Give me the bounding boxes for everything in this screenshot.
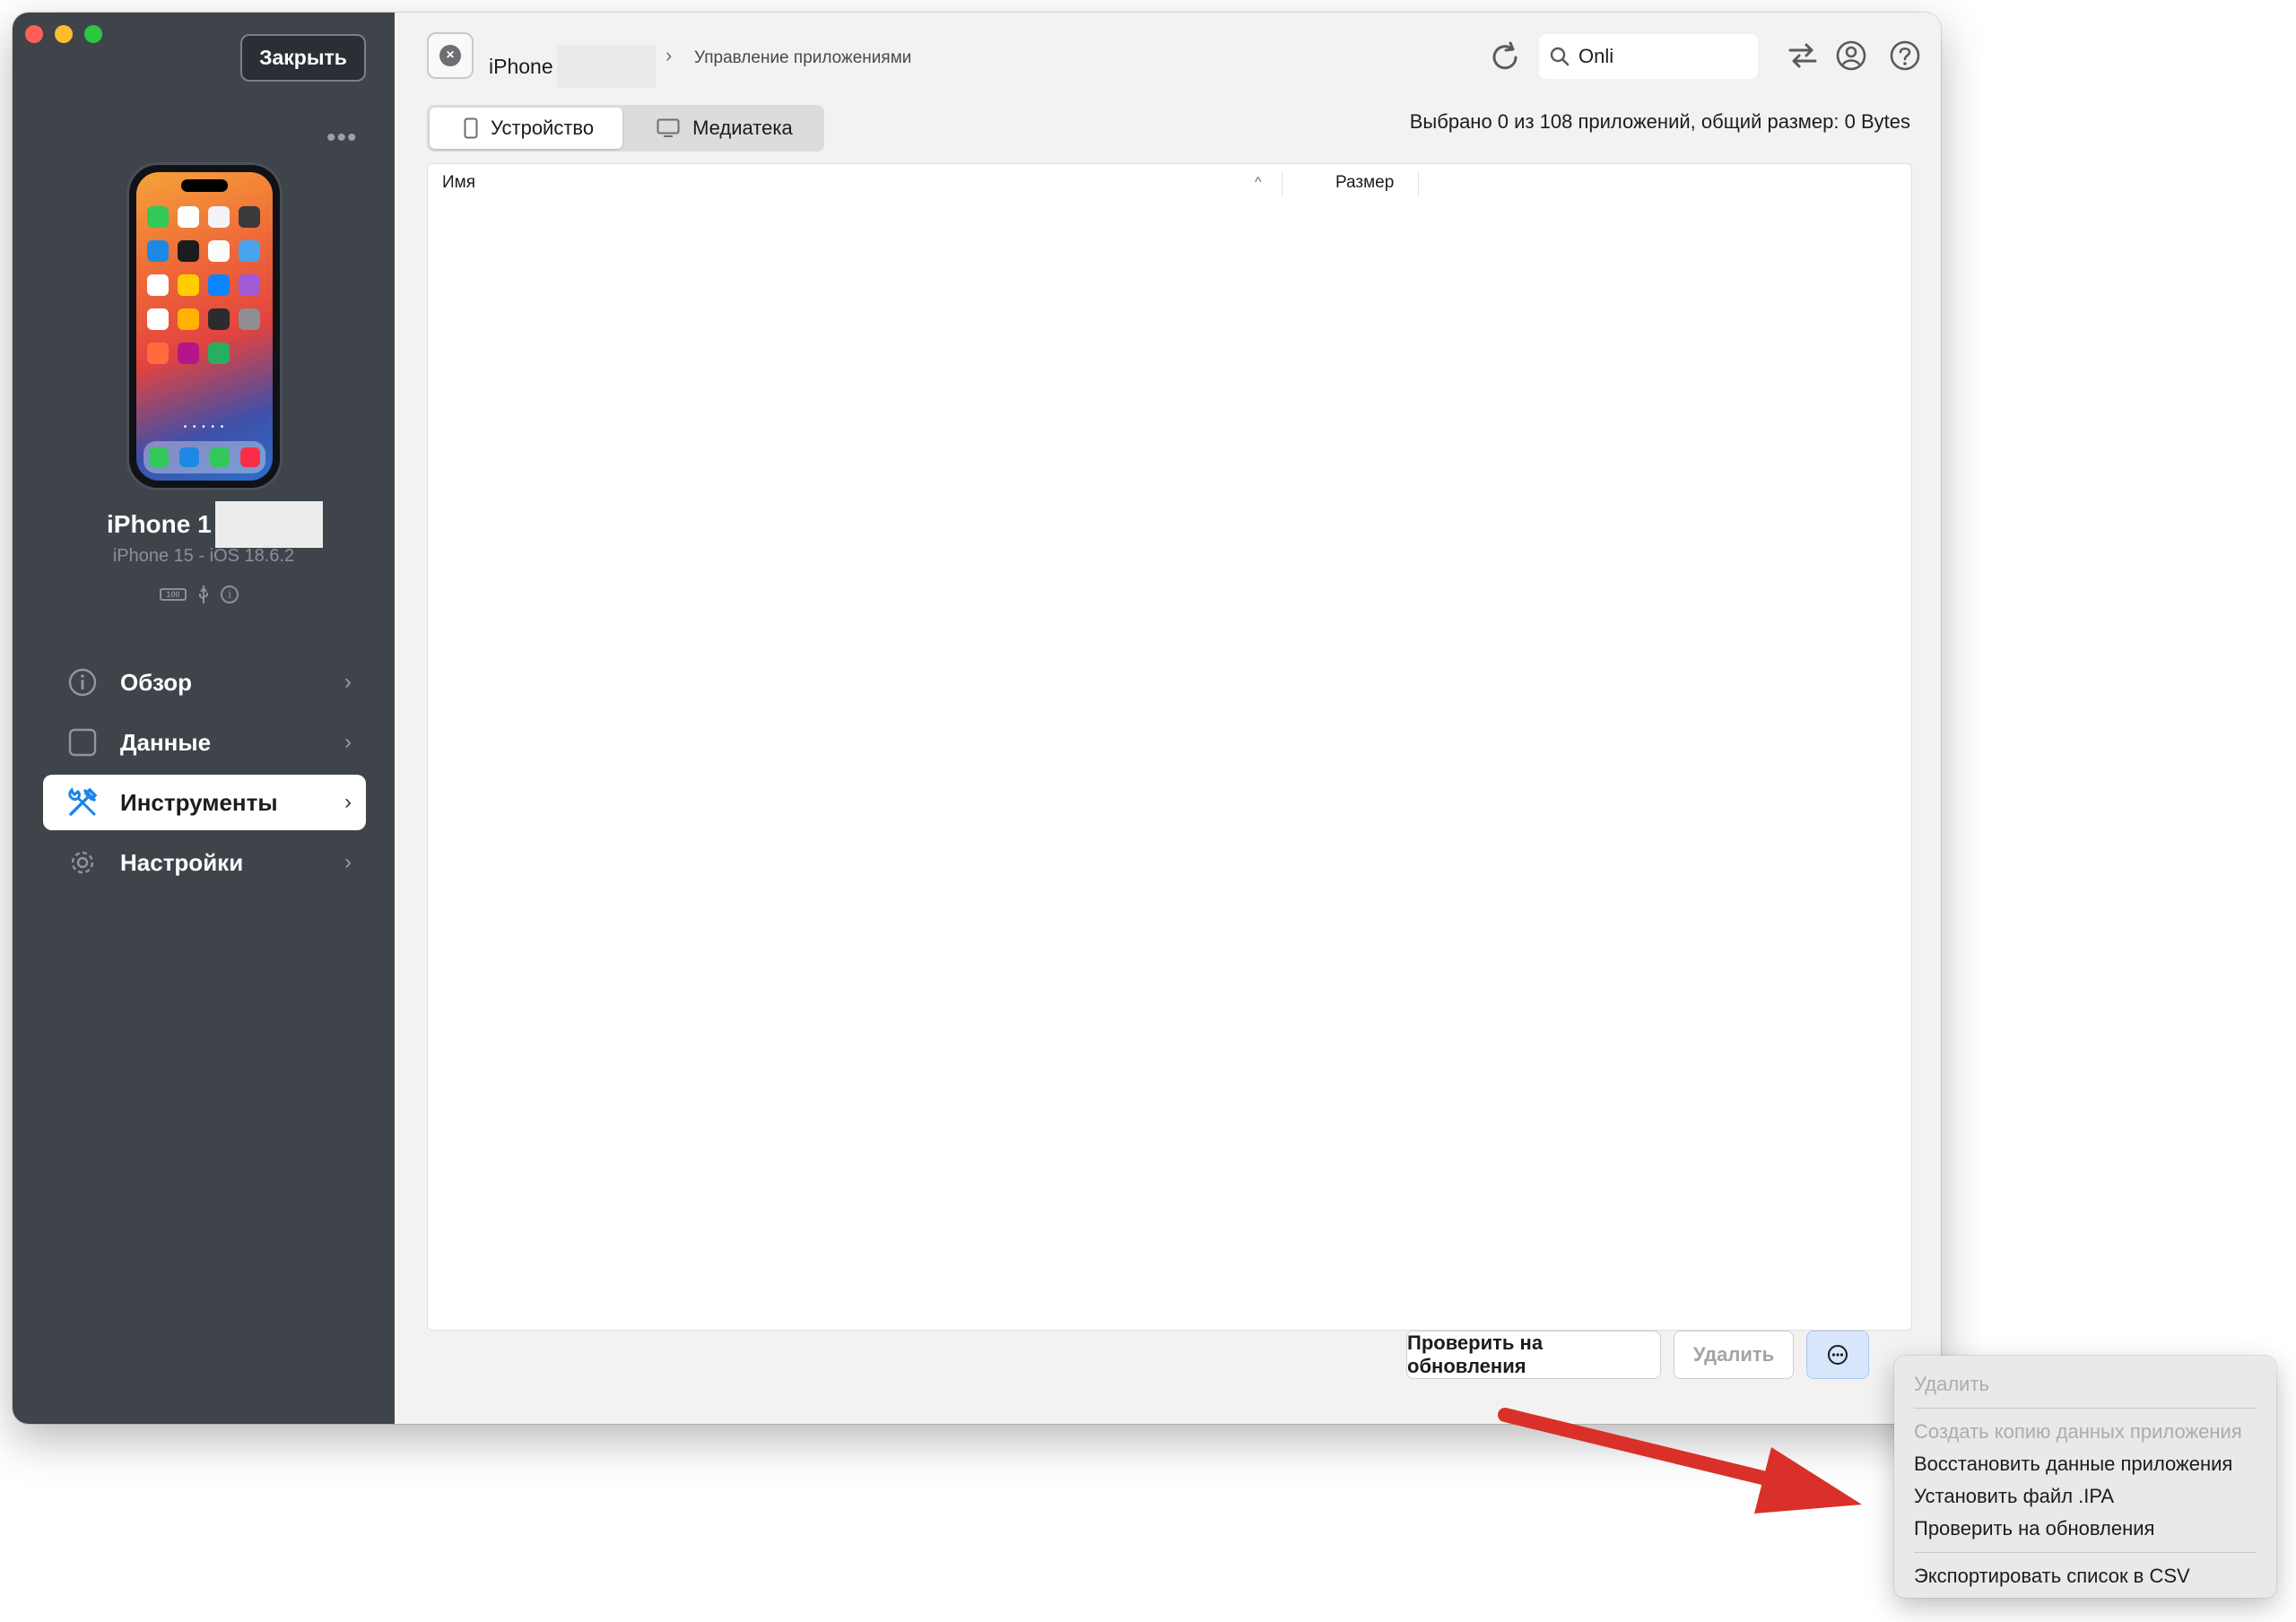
device-status-icons: 100 i (160, 585, 239, 604)
sidebar-item-tools[interactable]: Инструменты › (43, 775, 366, 830)
device-model: iPhone 15 - iOS 18.6.2 (112, 546, 295, 566)
sidebar-item-label: Обзор (120, 668, 192, 696)
tools-icon (66, 786, 99, 819)
column-header-name[interactable]: Имя (442, 173, 475, 193)
sidebar-item-label: Инструменты (120, 788, 278, 816)
app-icon-grid (147, 206, 264, 364)
menu-item-check-updates[interactable]: Проверить на обновления (1894, 1513, 2276, 1545)
menu-separator (1914, 1408, 2257, 1409)
sidebar-item-settings[interactable]: Настройки › (43, 835, 366, 890)
device-dock (144, 441, 265, 473)
menu-item-install-ipa[interactable]: Установить файл .IPA (1894, 1480, 2276, 1513)
window-zoom-dot[interactable] (84, 25, 102, 43)
close-button[interactable]: Закрыть (240, 34, 366, 82)
selection-status: Выбрано 0 из 108 приложений, общий разме… (1409, 110, 1910, 133)
refresh-icon[interactable] (1487, 39, 1523, 75)
menu-item-delete: Удалить (1914, 1373, 1989, 1395)
help-icon[interactable] (1889, 39, 1921, 72)
breadcrumb-device-label: iPhone (489, 54, 553, 78)
sidebar-item-overview[interactable]: Обзор › (43, 655, 366, 710)
sidebar-item-label: Данные (120, 728, 212, 756)
menu-item-backup-app-data: Создать копию данных приложения (1914, 1420, 2242, 1443)
chevron-right-icon: › (344, 850, 352, 874)
sidebar-nav: Обзор › Данные › Инструменты › Настройки… (43, 655, 366, 895)
source-segmented-control: Устройство Медиатека (427, 105, 824, 152)
annotation-arrow (1498, 1408, 1862, 1514)
device-name-text: iPhone 1 (107, 510, 212, 538)
delete-button[interactable]: Удалить (1674, 1331, 1794, 1379)
usb-icon (199, 585, 208, 603)
square-icon (66, 726, 99, 759)
app-window: Закрыть ••• • • • • • iPhone 1 iPhone 15… (13, 13, 1941, 1424)
close-tool-button[interactable]: × (427, 32, 474, 79)
redaction-box (214, 501, 323, 548)
close-icon: × (439, 45, 461, 66)
gear-icon (66, 846, 99, 879)
device-name: iPhone 1 (107, 501, 323, 548)
apps-table: Имя ^ Размер (427, 163, 1912, 1331)
tab-label: Медиатека (692, 117, 793, 139)
redaction-box (556, 45, 656, 88)
transfer-icon[interactable] (1787, 39, 1819, 72)
chevron-right-icon: › (344, 670, 352, 694)
more-actions-menu: Удалить Создать копию данных приложения … (1894, 1356, 2276, 1598)
account-icon[interactable] (1835, 39, 1867, 72)
breadcrumb-current-page: Управление приложениями (694, 48, 912, 67)
tab-device[interactable]: Устройство (430, 108, 623, 149)
battery-icon: 100 (160, 588, 187, 601)
window-minimize-dot[interactable] (55, 25, 73, 43)
column-header-size[interactable]: Размер (1335, 173, 1394, 193)
tab-label: Устройство (491, 117, 595, 139)
more-actions-button[interactable] (1806, 1331, 1869, 1379)
check-updates-button[interactable]: Проверить на обновления (1406, 1331, 1661, 1379)
info-icon (66, 666, 99, 698)
sidebar-item-label: Настройки (120, 848, 244, 876)
device-screen: • • • • • (136, 172, 273, 481)
info-icon[interactable]: i (221, 585, 239, 603)
sidebar-item-data[interactable]: Данные › (43, 715, 366, 770)
phone-icon (464, 117, 478, 139)
tab-library[interactable]: Медиатека (622, 108, 822, 149)
monitor-icon (657, 118, 680, 138)
breadcrumb-device[interactable]: iPhone (489, 45, 656, 88)
column-divider[interactable] (1418, 171, 1419, 196)
more-options-icon[interactable]: ••• (326, 125, 358, 152)
page-dots: • • • • • (183, 422, 226, 432)
search-field[interactable] (1539, 34, 1758, 79)
menu-separator (1914, 1552, 2257, 1553)
main-panel: × iPhone › Управление приложениями Onli … (395, 13, 1941, 1424)
column-divider[interactable] (1282, 171, 1283, 196)
menu-item-export-csv[interactable]: Экспортировать список в CSV (1894, 1560, 2276, 1592)
device-image: • • • • • (129, 165, 280, 488)
chevron-right-icon: › (344, 730, 352, 754)
search-input[interactable] (1578, 45, 1749, 68)
search-icon (1550, 47, 1570, 66)
ellipsis-circle-icon (1828, 1345, 1848, 1365)
sidebar: Закрыть ••• • • • • • iPhone 1 iPhone 15… (13, 13, 395, 1424)
breadcrumb-chevron-icon: › (665, 44, 673, 66)
chevron-right-icon: › (344, 790, 352, 814)
window-close-dot[interactable] (25, 25, 43, 43)
sort-ascending-icon[interactable]: ^ (1255, 175, 1262, 191)
dynamic-island (181, 179, 228, 192)
menu-item-restore-app-data[interactable]: Восстановить данные приложения (1894, 1448, 2276, 1480)
